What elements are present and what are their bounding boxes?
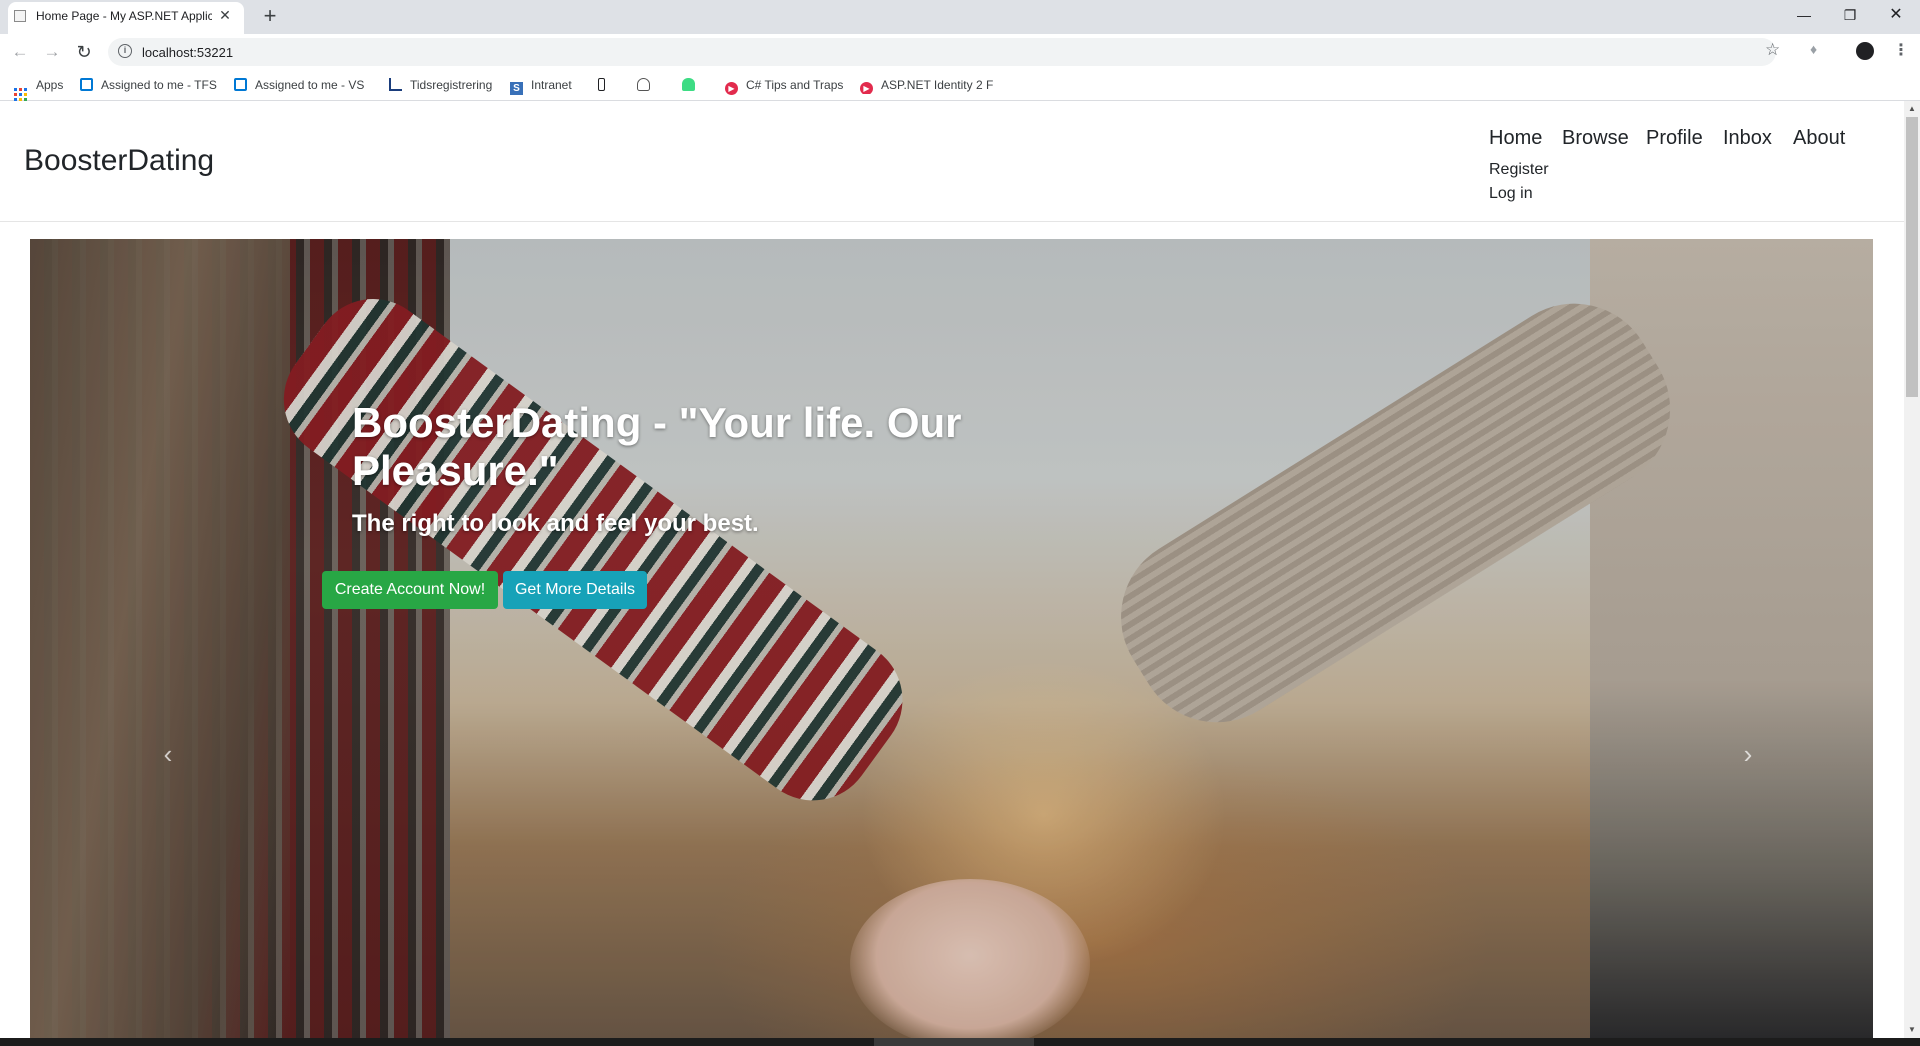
carousel-next-icon[interactable]: › xyxy=(1733,739,1763,770)
bookmark-label: Intranet xyxy=(531,78,572,92)
horizontal-scroll-thumb[interactable] xyxy=(874,1038,1034,1046)
bookmark-label: Apps xyxy=(36,78,64,92)
back-arrow-icon[interactable]: ← xyxy=(8,40,32,64)
tab-title: Home Page - My ASP.NET Applic xyxy=(36,9,212,23)
tab-close-icon[interactable]: ✕ xyxy=(216,6,234,24)
register-link[interactable]: Register xyxy=(1489,161,1549,179)
reload-icon[interactable]: ↻ xyxy=(72,40,96,64)
hero-title: BoosterDating - "Your life. Our Pleasure… xyxy=(352,399,962,494)
extension-icon[interactable]: ♦ xyxy=(1810,41,1817,57)
bookmark-star-icon[interactable]: ☆ xyxy=(1765,40,1780,60)
site-navbar xyxy=(0,101,1904,222)
login-link[interactable]: Log in xyxy=(1489,185,1533,203)
nav-inbox[interactable]: Inbox xyxy=(1723,127,1772,150)
create-account-button[interactable]: Create Account Now! xyxy=(322,571,498,609)
bookmark-label: Assigned to me - VS xyxy=(255,78,365,92)
bookmark-intranet[interactable]: S Intranet xyxy=(510,76,572,95)
hero-shade-overlay xyxy=(30,239,1873,1039)
pluralsight-icon: ▶ xyxy=(860,82,873,94)
sharepoint-icon: S xyxy=(510,82,523,95)
bookmark-label: Tidsregistrering xyxy=(410,78,493,92)
window-restore-button[interactable]: ❐ xyxy=(1827,0,1873,30)
bookmark-label: ASP.NET Identity 2 F xyxy=(881,78,994,92)
scroll-up-arrow-icon[interactable]: ▲ xyxy=(1904,101,1920,117)
browser-tab-strip xyxy=(0,0,1920,34)
bookmark-aspnet-identity[interactable]: ▶ ASP.NET Identity 2 F xyxy=(860,76,996,94)
page-favicon-icon xyxy=(14,10,26,22)
bookmark-label: C# Tips and Traps xyxy=(746,78,844,92)
bookmark-assigned-vs[interactable]: Assigned to me - VS xyxy=(234,76,370,94)
bookmark-cap[interactable] xyxy=(637,76,658,94)
pluralsight-icon: ▶ xyxy=(725,82,738,95)
bookmark-apps[interactable]: Apps xyxy=(14,76,64,101)
nav-about[interactable]: About xyxy=(1793,127,1845,150)
bookmark-phone[interactable] xyxy=(598,76,613,94)
nav-browse[interactable]: Browse xyxy=(1562,127,1629,150)
scroll-down-arrow-icon[interactable]: ▼ xyxy=(1904,1022,1920,1038)
android-icon xyxy=(682,78,695,91)
scrollbar-thumb[interactable] xyxy=(1906,117,1918,397)
vsts-icon xyxy=(234,78,247,91)
hero-subtitle: The right to look and feel your best. xyxy=(352,510,759,537)
bookmark-assigned-tfs[interactable]: Assigned to me - TFS xyxy=(80,76,217,94)
window-minimize-button[interactable]: — xyxy=(1781,0,1827,30)
vsts-icon xyxy=(80,78,93,91)
phone-icon xyxy=(598,78,605,91)
url-text[interactable]: localhost:53221 xyxy=(142,45,233,60)
bookmark-csharp-tips[interactable]: ▶ C# Tips and Traps xyxy=(725,76,844,95)
chart-icon xyxy=(389,78,402,91)
carousel-prev-icon[interactable]: ‹ xyxy=(153,739,183,770)
new-tab-button[interactable]: + xyxy=(258,4,282,28)
more-menu-icon[interactable]: ⋮ xyxy=(1893,40,1909,60)
bookmark-tidsregistrering[interactable]: Tidsregistrering xyxy=(389,76,492,94)
hero-carousel: BoosterDating - "Your life. Our Pleasure… xyxy=(30,239,1873,1039)
site-brand[interactable]: BoosterDating xyxy=(24,144,214,178)
address-bar[interactable] xyxy=(108,38,1776,66)
nav-profile[interactable]: Profile xyxy=(1646,127,1703,150)
graduation-cap-icon xyxy=(637,78,650,91)
bookmark-label: Assigned to me - TFS xyxy=(101,78,217,92)
window-close-button[interactable]: ✕ xyxy=(1873,0,1919,30)
nav-home[interactable]: Home xyxy=(1489,127,1542,150)
info-icon[interactable]: i xyxy=(118,44,132,58)
profile-avatar-icon[interactable] xyxy=(1856,42,1874,60)
forward-arrow-icon[interactable]: → xyxy=(40,40,64,64)
get-more-details-button[interactable]: Get More Details xyxy=(503,571,647,609)
apps-grid-icon xyxy=(14,88,27,101)
bookmark-android[interactable] xyxy=(682,76,703,94)
